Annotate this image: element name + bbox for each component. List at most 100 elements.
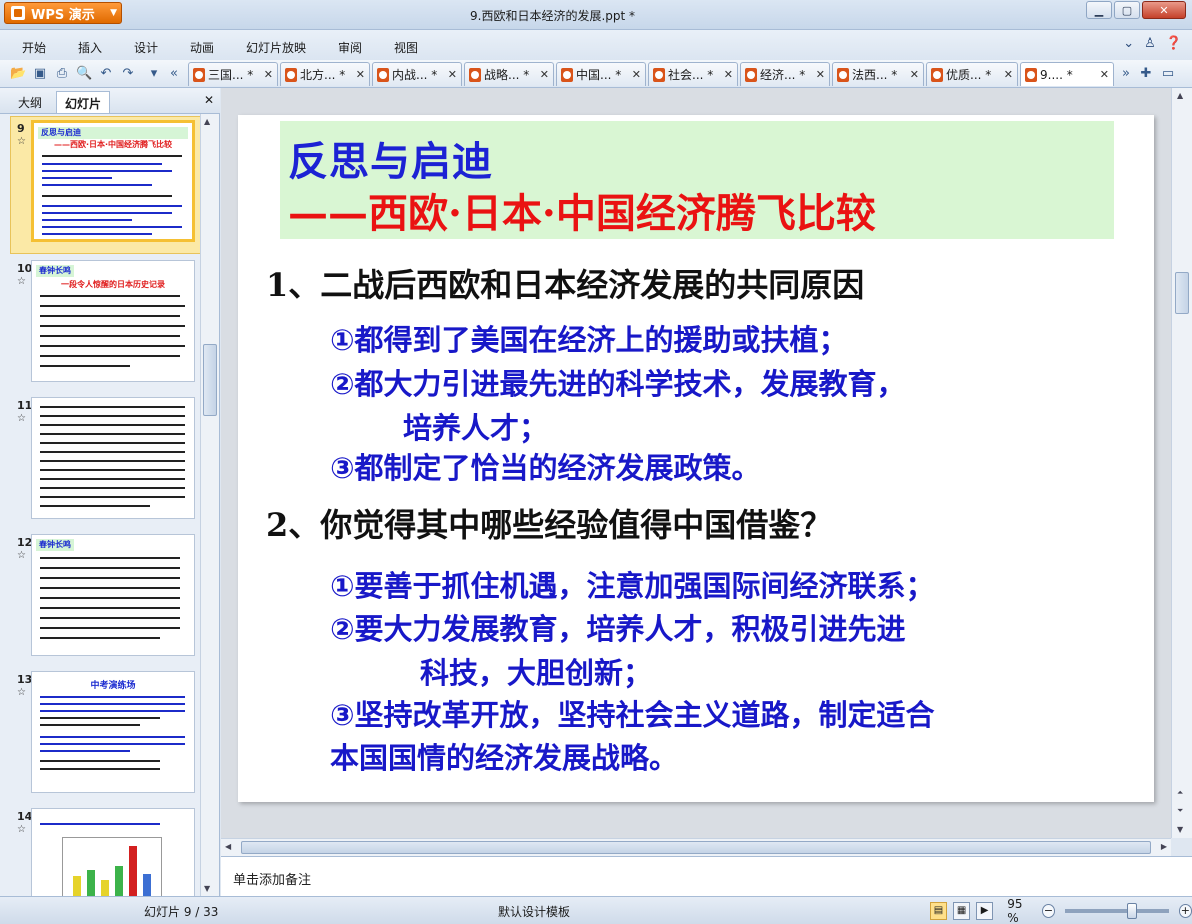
menu-right-icons: ⌄ ♙ ❓	[1123, 36, 1182, 51]
question-2[interactable]: 2、你觉得其中哪些经验值得中国借鉴？	[266, 500, 832, 546]
zoom-slider-knob[interactable]	[1127, 903, 1138, 919]
doc-tab[interactable]: 优质... * ✕	[926, 62, 1018, 86]
close-button[interactable]: ✕	[1142, 1, 1186, 19]
scroll-down-icon[interactable]: ▼	[204, 884, 210, 893]
menu-slideshow[interactable]: 幻灯片放映	[246, 39, 306, 56]
answer-1-3[interactable]: ③都制定了恰当的经济发展政策。	[330, 445, 761, 487]
next-slide-icon[interactable]: ⏷	[1177, 806, 1183, 816]
thumbnails-scrollbar[interactable]: ▲ ▼	[200, 114, 219, 896]
tab-slides[interactable]: 幻灯片	[56, 91, 111, 113]
close-icon[interactable]: ✕	[540, 68, 549, 81]
menu-design[interactable]: 设计	[134, 39, 158, 56]
scroll-up-icon[interactable]: ▲	[1177, 91, 1183, 100]
close-icon[interactable]: ✕	[204, 93, 214, 107]
answer-2-3-cont[interactable]: 本国国情的经济发展战略。	[330, 735, 678, 777]
close-icon[interactable]: ✕	[816, 68, 825, 81]
doc-tab-active[interactable]: 9.... * ✕	[1020, 62, 1114, 86]
zoom-in-icon[interactable]: +	[1178, 904, 1192, 918]
animation-star-icon: ☆	[17, 136, 26, 147]
slide-vertical-scrollbar[interactable]: ▲ ⏶ ⏷ ▼	[1171, 88, 1192, 838]
tab-outline[interactable]: 大纲	[10, 91, 50, 113]
menu-insert[interactable]: 插入	[78, 39, 102, 56]
doc-tab[interactable]: 三国... * ✕	[188, 62, 278, 86]
close-icon[interactable]: ✕	[356, 68, 365, 81]
close-icon[interactable]: ✕	[1100, 68, 1109, 81]
thumb-subtitle: ——西欧·日本·中国经济腾飞比较	[53, 140, 173, 149]
doc-tab[interactable]: 北方... * ✕	[280, 62, 370, 86]
thumb-text-line	[40, 724, 140, 726]
slide-thumbnails: 9 ☆ 反思与启迪 ——西欧·日本·中国经济腾飞比较 10 ☆ 春钟长鸣 一段令…	[0, 114, 200, 896]
answer-2-1[interactable]: ①要善于抓住机遇，注意加强国际间经济联系；	[330, 563, 935, 605]
menu-review[interactable]: 审阅	[338, 39, 362, 56]
notes-pane[interactable]: 单击添加备注	[221, 856, 1192, 896]
redo-icon[interactable]: ↷	[120, 66, 136, 82]
doc-tab[interactable]: 战略... * ✕	[464, 62, 554, 86]
print-preview-icon[interactable]: 🔍	[76, 66, 92, 82]
scrollbar-thumb[interactable]	[203, 344, 217, 416]
doc-tab[interactable]: 法西... * ✕	[832, 62, 924, 86]
zoom-slider[interactable]	[1065, 903, 1169, 919]
scroll-left-icon[interactable]: ◀	[225, 842, 231, 851]
maximize-button[interactable]: ▢	[1114, 1, 1140, 19]
ppt-file-icon	[745, 67, 757, 82]
menu-animation[interactable]: 动画	[190, 39, 214, 56]
current-slide[interactable]: 反思与启迪 ——西欧·日本·中国经济腾飞比较 1、二战后西欧和日本经济发展的共同…	[238, 115, 1154, 802]
menu-home[interactable]: 开始	[22, 39, 46, 56]
question-1[interactable]: 1、二战后西欧和日本经济发展的共同原因	[266, 260, 864, 306]
doc-tab[interactable]: 中国... * ✕	[556, 62, 646, 86]
help-icon[interactable]: ❓	[1166, 36, 1182, 51]
thumb-chart-bar	[87, 870, 95, 896]
slide-horizontal-scrollbar[interactable]: ◀ ▶	[221, 838, 1171, 856]
slide-subtitle[interactable]: ——西欧·日本·中国经济腾飞比较	[288, 181, 876, 239]
answer-2-3[interactable]: ③坚持改革开放，坚持社会主义道路，制定适合	[330, 692, 935, 734]
normal-view-icon[interactable]: ▤	[930, 902, 948, 920]
thumb-text-line	[40, 505, 150, 507]
thumb-text-line	[42, 163, 162, 165]
scroll-right-icon[interactable]: ▶	[1161, 842, 1167, 851]
thumb-text-line	[40, 750, 130, 752]
answer-2-2-cont[interactable]: 科技，大胆创新；	[420, 650, 652, 692]
answer-2-2[interactable]: ②要大力发展教育，培养人才，积极引进先进	[330, 606, 906, 648]
close-icon[interactable]: ✕	[264, 68, 273, 81]
scrollbar-thumb[interactable]	[1175, 272, 1189, 314]
scroll-up-icon[interactable]: ▲	[204, 117, 210, 126]
open-folder-icon[interactable]: 📂	[10, 66, 26, 82]
minimize-button[interactable]: ▁	[1086, 1, 1112, 19]
close-icon[interactable]: ✕	[448, 68, 457, 81]
thumb-text-line	[42, 205, 182, 207]
shirt-icon[interactable]: ♙	[1144, 36, 1156, 51]
scroll-down-icon[interactable]: ▼	[1177, 825, 1183, 834]
new-tab-icon[interactable]: ✚	[1138, 66, 1154, 82]
answer-1-2-cont[interactable]: 培养人才；	[403, 405, 548, 447]
doc-tab[interactable]: 社会... * ✕	[648, 62, 738, 86]
scrollbar-thumb[interactable]	[241, 841, 1151, 854]
previous-slide-icon[interactable]: ⏶	[1177, 788, 1183, 798]
undo-icon[interactable]: ↶	[98, 66, 114, 82]
close-icon[interactable]: ✕	[724, 68, 733, 81]
answer-1-2[interactable]: ②都大力引进最先进的科学技术，发展教育，	[330, 361, 906, 403]
wps-menu-button[interactable]: WPS 演示 ▼	[4, 2, 122, 24]
doc-tab[interactable]: 内战... * ✕	[372, 62, 462, 86]
save-icon[interactable]: ▣	[32, 66, 48, 82]
close-icon[interactable]: ✕	[632, 68, 641, 81]
close-icon[interactable]: ✕	[910, 68, 919, 81]
doc-tab[interactable]: 经济... * ✕	[740, 62, 830, 86]
tabs-scroll-left-icon[interactable]: «	[166, 66, 182, 82]
chevron-down-icon[interactable]: ⌄	[1123, 36, 1134, 51]
customize-toolbar-icon[interactable]: ▾	[146, 66, 162, 82]
answer-1-1[interactable]: ①都得到了美国在经济上的援助或扶植；	[330, 317, 848, 359]
menu-view[interactable]: 视图	[394, 39, 418, 56]
slideshow-icon[interactable]: ▶	[976, 902, 994, 920]
zoom-out-icon[interactable]: −	[1041, 904, 1056, 918]
close-icon[interactable]: ✕	[1004, 68, 1013, 81]
notes-placeholder[interactable]: 单击添加备注	[233, 869, 311, 888]
slide-title[interactable]: 反思与启迪	[288, 129, 493, 187]
thumb-chart-bar	[101, 880, 109, 896]
slide-sorter-icon[interactable]: ▦	[953, 902, 971, 920]
thumb-text-line	[40, 433, 185, 435]
print-icon[interactable]: ⎙	[54, 66, 70, 82]
design-template[interactable]: 默认设计模板	[498, 903, 570, 920]
tab-list-icon[interactable]: ▭	[1160, 66, 1176, 82]
slide-number: 9	[17, 122, 25, 135]
tabs-scroll-right-icon[interactable]: »	[1118, 66, 1134, 82]
